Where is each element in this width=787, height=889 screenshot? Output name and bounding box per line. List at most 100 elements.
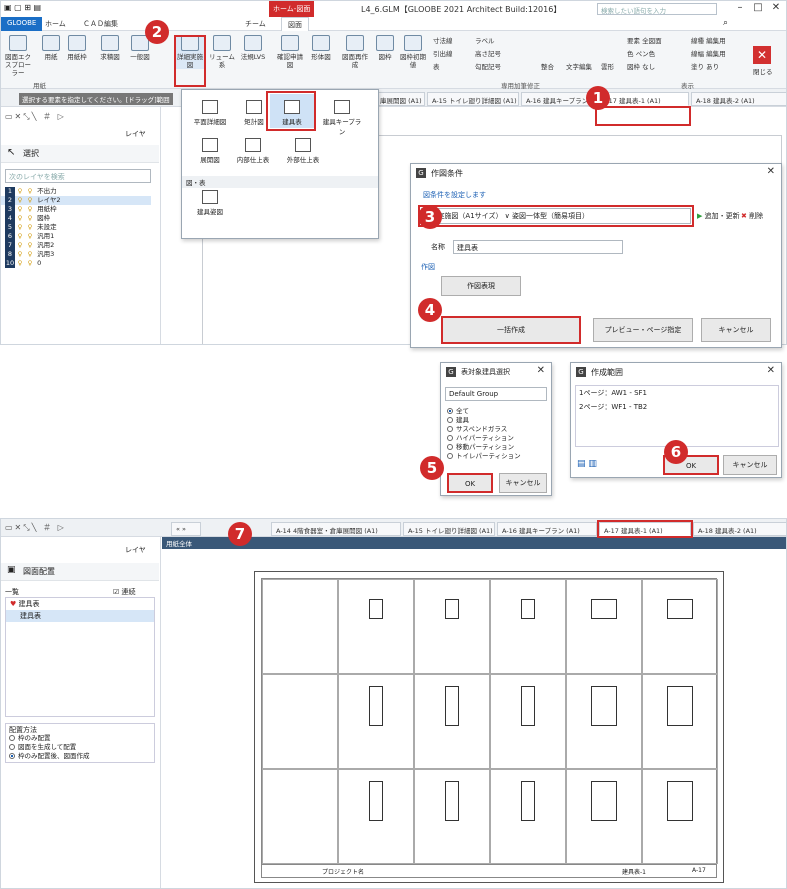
display-frame[interactable]: 図枠 なし <box>627 61 655 71</box>
cancel-button[interactable]: キャンセル <box>499 473 547 493</box>
paper-button[interactable]: 用紙 <box>37 35 65 61</box>
drawing-canvas-bottom[interactable]: プロジェクト名 建具表-1 A-17 <box>162 549 786 888</box>
doc-tab[interactable]: A-18 建具表-2 (A1) <box>691 92 786 106</box>
drawing-explorer-button[interactable]: 図面エクスプローラー <box>3 35 33 77</box>
layer-button[interactable]: レイヤ <box>125 545 146 555</box>
radio-option[interactable]: 建具 <box>447 416 469 425</box>
dropdown-item[interactable]: 外部仕上表 <box>278 138 328 164</box>
doc-tab[interactable]: A-14 4階食器室・倉庫展開図 (A1) <box>271 522 401 536</box>
preview-page-button[interactable]: プレビュー・ページ指定 <box>593 318 693 342</box>
radio-option[interactable]: 枠のみ配置後、図面作成 <box>9 752 90 761</box>
layer-button[interactable]: レイヤ <box>125 129 146 139</box>
tab-home[interactable]: ホーム <box>39 17 72 31</box>
doc-tab[interactable]: A-18 建具表-2 (A1) <box>693 522 786 536</box>
add-update-button[interactable]: ▶ 追加・更新 <box>697 211 740 221</box>
doc-tab[interactable]: A-15 トイレ廻り詳細図 (A1) <box>427 92 519 106</box>
continuous-checkbox[interactable]: ☑ 連続 <box>113 587 136 597</box>
dropdown-item[interactable]: 展開図 <box>188 138 232 164</box>
ok-button[interactable]: OK <box>447 473 493 493</box>
close-icon[interactable]: ✕ <box>537 365 545 376</box>
batch-create-button[interactable]: 一括作成 <box>441 316 581 344</box>
redraw-button[interactable]: 図面再作成 <box>341 35 369 69</box>
group-select[interactable]: Default Group <box>445 387 547 401</box>
cloud-cmd[interactable]: 雲形 <box>601 61 614 71</box>
table-cmd[interactable]: 表 <box>433 61 440 71</box>
doc-tab[interactable]: A-15 トイレ廻り詳細図 (A1) <box>403 522 495 536</box>
layer-row[interactable]: 4 ♀ ♀ 図枠 <box>1 214 151 223</box>
search-input[interactable]: 検索したい語句を入力 <box>597 3 717 15</box>
display-linewidth[interactable]: 線幅 編集用 <box>691 48 726 58</box>
display-fill[interactable]: 塗り あり <box>691 61 719 71</box>
leader-line-cmd[interactable]: 引出線 <box>433 48 453 58</box>
layer-row[interactable]: 6 ♀ ♀ 汎用1 <box>1 232 151 241</box>
list-item[interactable]: 建具表 <box>6 610 154 622</box>
doc-tab[interactable]: A-16 建具キープラン (A1) <box>497 522 597 536</box>
minimize-button[interactable]: – <box>731 2 749 16</box>
range-row[interactable]: 2ページ：WF1 - TB2 <box>576 400 778 414</box>
paper-frame-button[interactable]: 用紙枠 <box>63 35 91 61</box>
frame-default-button[interactable]: 図枠初期値 <box>399 35 427 69</box>
search-icon[interactable]: ⌕ <box>723 18 728 28</box>
doc-tab[interactable]: A-16 建具キープラン (A1) <box>521 92 595 106</box>
name-field[interactable]: 建具表 <box>453 240 623 254</box>
radio-option[interactable]: 図面を生成して配置 <box>9 743 76 752</box>
dropdown-item[interactable]: 平面詳細図 <box>188 100 232 126</box>
display-linetype[interactable]: 線種 編集用 <box>691 35 726 45</box>
close-icon[interactable]: ✕ <box>767 166 775 177</box>
cancel-button[interactable]: キャンセル <box>723 455 777 475</box>
radio-option[interactable]: トイレパーティション <box>447 452 521 461</box>
dropdown-item[interactable]: 内部仕上表 <box>228 138 278 164</box>
label-cmd[interactable]: ラベル <box>475 35 495 45</box>
close-window-button[interactable]: ✕ <box>767 2 785 16</box>
tab-cad-edit[interactable]: ＣＡＤ編集 <box>77 17 124 31</box>
range-row[interactable]: 1ページ：AW1 - SF1 <box>576 386 778 400</box>
display-element[interactable]: 要素 全図面 <box>627 35 662 45</box>
tab-team[interactable]: チーム <box>239 17 272 31</box>
highlight-detail-button <box>174 35 206 87</box>
close-drawing-button[interactable]: ✕ <box>753 46 771 64</box>
radio-option[interactable]: 枠のみ配置 <box>9 734 51 743</box>
door-elevation <box>667 686 693 726</box>
layer-row[interactable]: 5 ♀ ♀ 未設定 <box>1 223 151 232</box>
list-item[interactable]: ♥ 建具表 <box>6 598 154 610</box>
radio-option[interactable]: サスペンドガラス <box>447 425 507 434</box>
confirm-application-button[interactable]: 確認申請図 <box>276 35 304 69</box>
paper-whole-tab[interactable]: 用紙全体 <box>166 538 192 548</box>
legal-lvs-button[interactable]: 法規LVS <box>239 35 267 61</box>
layer-row[interactable]: 7 ♀ ♀ 汎用2 <box>1 241 151 250</box>
tab-gloobe[interactable]: GLOOBE <box>1 17 43 31</box>
tab-drawing[interactable]: 図面 <box>281 17 309 31</box>
volume-button[interactable]: リューム系 <box>208 35 236 69</box>
doc-tab[interactable]: 庫展開図 (A1) <box>375 92 425 106</box>
display-color[interactable]: 色 ペン色 <box>627 48 655 58</box>
height-mark-cmd[interactable]: 高さ記号 <box>475 48 501 58</box>
cancel-button[interactable]: キャンセル <box>701 318 771 342</box>
layer-row[interactable]: 8 ♀ ♀ 汎用3 <box>1 250 151 259</box>
expression-button[interactable]: 作図表現 <box>441 276 521 296</box>
layer-row[interactable]: 3 ♀ ♀ 用紙枠 <box>1 205 151 214</box>
doc-tab-active[interactable]: A-17 建具表-1 (A1) <box>597 92 689 106</box>
doc-tab-nav[interactable]: « » <box>171 522 201 536</box>
frame-button[interactable]: 図枠 <box>371 35 399 61</box>
list-view-icon[interactable]: ▤ ▥ <box>577 459 597 469</box>
radio-option[interactable]: ハイパーティション <box>447 434 514 443</box>
radio-option[interactable]: 全て <box>447 407 469 416</box>
maximize-button[interactable]: □ <box>749 2 767 16</box>
dropdown-item[interactable]: 建具姿図 <box>188 190 232 216</box>
slope-mark-cmd[interactable]: 勾配記号 <box>475 61 501 71</box>
layer-row[interactable]: 2 ♀ ♀ レイヤ2 <box>1 196 151 205</box>
delete-button[interactable]: ✖ 削除 <box>741 211 763 221</box>
area-drawing-button[interactable]: 求積図 <box>96 35 124 61</box>
shape-drawing-button[interactable]: 形体図 <box>307 35 335 61</box>
tool-icons-row[interactable]: ▭✕⤡╲ ＃ ▷ <box>5 522 66 533</box>
layer-row[interactable]: 1 ♀ ♀ 不出力 <box>1 187 151 196</box>
match-cmd[interactable]: 整合 <box>541 61 554 71</box>
text-edit-cmd[interactable]: 文字編集 <box>566 61 592 71</box>
dropdown-item[interactable]: 建具キープラン <box>320 100 364 136</box>
dimension-line-cmd[interactable]: 寸法線 <box>433 35 453 45</box>
close-icon[interactable]: ✕ <box>767 365 775 376</box>
layer-row[interactable]: 10 ♀ ♀ 0 <box>1 259 151 268</box>
layer-search-input[interactable]: 次のレイヤを検索 <box>5 169 151 183</box>
tool-icons-row[interactable]: ▭✕⤡╲ ＃ ▷ <box>5 111 66 122</box>
radio-option[interactable]: 移動パーティション <box>447 443 514 452</box>
